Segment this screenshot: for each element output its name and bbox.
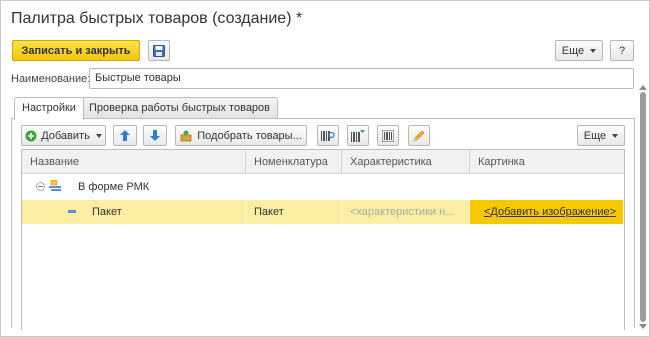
arrow-up-icon xyxy=(120,130,130,141)
scroll-up-icon[interactable] xyxy=(639,85,647,90)
table-row[interactable]: Пакет Пакет <характеристики н... <Добави… xyxy=(22,200,624,224)
barcode-search-icon xyxy=(321,130,335,142)
floppy-disk-icon xyxy=(153,44,165,57)
column-header-characteristic[interactable]: Характеристика xyxy=(342,150,470,174)
group-row-name: В форме РМК xyxy=(78,181,150,193)
row-characteristic-cell[interactable]: <характеристики н... xyxy=(342,200,470,224)
barcode-icon xyxy=(382,129,394,142)
column-header-name[interactable]: Название xyxy=(22,150,246,174)
barcode-search-button[interactable] xyxy=(317,125,339,146)
more-menu-label: Еще xyxy=(561,44,585,57)
name-field[interactable]: Быстрые товары xyxy=(89,68,634,89)
item-dash-icon xyxy=(68,210,76,214)
add-button-label: Добавить xyxy=(41,129,90,142)
barcode-add-icon xyxy=(351,129,365,142)
panel-more-menu-label: Еще xyxy=(583,129,607,142)
row-name-cell[interactable]: Пакет xyxy=(84,200,246,224)
tab-check-quick-goods[interactable]: Проверка работы быстрых товаров xyxy=(81,97,279,119)
pick-goods-button[interactable]: Подобрать товары... xyxy=(175,125,307,146)
pencil-icon xyxy=(413,130,425,142)
collapse-icon[interactable] xyxy=(36,182,45,191)
add-button[interactable]: Добавить xyxy=(21,125,106,146)
edit-button[interactable] xyxy=(408,125,430,146)
chevron-down-icon xyxy=(95,133,102,138)
add-image-link[interactable]: <Добавить изображение> xyxy=(470,200,624,224)
barcode-button[interactable] xyxy=(377,125,399,146)
pick-goods-label: Подобрать товары... xyxy=(197,129,302,142)
scroll-thumb[interactable] xyxy=(640,92,646,322)
chevron-down-icon xyxy=(590,48,597,53)
table-group-row[interactable]: В форме РМК xyxy=(22,175,624,199)
column-header-nomenclature[interactable]: Номенклатура xyxy=(246,150,342,174)
move-down-button[interactable] xyxy=(143,125,167,146)
chevron-down-icon xyxy=(612,133,619,138)
more-menu-button[interactable]: Еще xyxy=(555,40,603,61)
arrow-down-icon xyxy=(150,130,160,141)
goods-pick-icon xyxy=(180,130,192,142)
tab-settings[interactable]: Настройки xyxy=(14,97,84,120)
quick-goods-table: Название Номенклатура Характеристика Кар… xyxy=(21,149,625,330)
column-header-picture[interactable]: Картинка xyxy=(470,150,624,174)
save-and-close-button[interactable]: Записать и закрыть xyxy=(12,40,140,61)
save-button[interactable] xyxy=(148,40,170,61)
plus-circle-icon xyxy=(25,130,37,142)
help-button[interactable]: ? xyxy=(610,40,634,61)
barcode-add-button[interactable] xyxy=(347,125,369,146)
name-field-label: Наименование: xyxy=(11,73,91,85)
page-title: Палитра быстрых товаров (создание) * xyxy=(11,10,303,27)
form-window: Палитра быстрых товаров (создание) * Зап… xyxy=(0,0,650,337)
move-up-button[interactable] xyxy=(113,125,137,146)
row-nomenclature-cell[interactable]: Пакет xyxy=(246,200,342,224)
panel-more-menu-button[interactable]: Еще xyxy=(577,125,625,146)
scroll-down-icon[interactable] xyxy=(639,324,647,329)
vertical-scrollbar[interactable] xyxy=(639,85,647,329)
table-header: Название Номенклатура Характеристика Кар… xyxy=(22,150,624,174)
folder-group-icon xyxy=(49,180,63,192)
